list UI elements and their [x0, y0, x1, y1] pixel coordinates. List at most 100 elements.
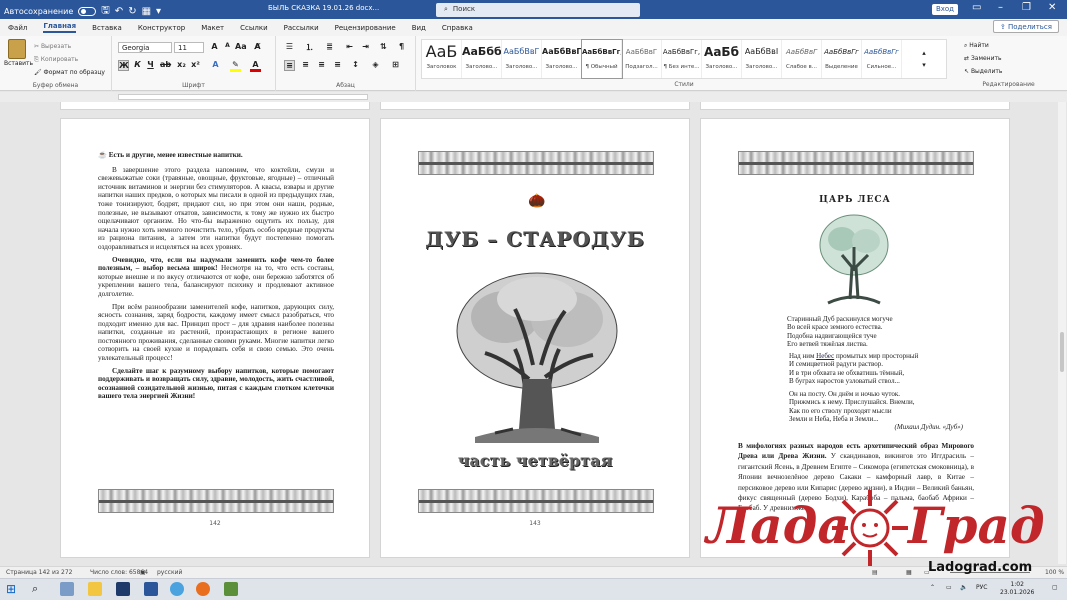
- style-item[interactable]: АаБбб Заголово...: [462, 40, 502, 78]
- italic-button[interactable]: К: [132, 60, 143, 69]
- minimize-icon[interactable]: –: [998, 2, 1003, 13]
- decrease-indent-icon[interactable]: ⇤: [344, 42, 355, 51]
- borders-icon[interactable]: ⊞: [390, 60, 401, 69]
- file-explorer-icon[interactable]: [88, 582, 102, 596]
- subscript-button[interactable]: x₂: [176, 60, 187, 69]
- align-left-icon[interactable]: ≡: [284, 60, 295, 71]
- tab-references[interactable]: Ссылки: [240, 24, 268, 32]
- style-item[interactable]: АаБбВвГг Сильное...: [862, 40, 902, 78]
- numbering-icon[interactable]: ⒈: [304, 42, 315, 53]
- grow-font-icon[interactable]: A: [209, 42, 220, 51]
- scrollbar-thumb[interactable]: [1060, 332, 1064, 372]
- font-family-select[interactable]: Georgia: [118, 42, 172, 53]
- word-icon[interactable]: [144, 582, 158, 596]
- style-item[interactable]: АаБбВвГ Заголово...: [542, 40, 582, 78]
- notifications-icon[interactable]: ▢: [1052, 584, 1058, 591]
- align-center-icon[interactable]: ≡: [300, 60, 311, 69]
- strikethrough-button[interactable]: ab: [160, 60, 171, 69]
- document-title[interactable]: БЫЛЬ СКАЗКА 19.01.26 docx...: [268, 4, 379, 12]
- copy-button[interactable]: ⎘ Копировать: [34, 53, 105, 66]
- maximize-icon[interactable]: ❐: [1022, 2, 1031, 13]
- search-icon[interactable]: ⌕: [32, 582, 46, 596]
- language-status[interactable]: русский: [157, 569, 182, 576]
- align-right-icon[interactable]: ≡: [316, 60, 327, 69]
- style-item[interactable]: АаБб Заголово...: [702, 40, 742, 78]
- justify-icon[interactable]: ≡: [332, 60, 343, 69]
- search-box[interactable]: ⌕ Поиск: [436, 3, 640, 17]
- ribbon-display-icon[interactable]: ▭: [972, 2, 981, 13]
- redo-icon[interactable]: ↻: [128, 6, 136, 17]
- bullets-icon[interactable]: ☰: [284, 42, 295, 51]
- sign-in-button[interactable]: Вход: [932, 4, 958, 15]
- line-spacing-icon[interactable]: ↕: [350, 60, 361, 69]
- chevron-up-icon[interactable]: ▴: [922, 49, 926, 57]
- tab-file[interactable]: Файл: [8, 24, 27, 32]
- app-icon[interactable]: [224, 582, 238, 596]
- paste-button[interactable]: Вставить: [4, 39, 33, 67]
- keyboard-language[interactable]: РУС: [976, 584, 987, 591]
- browser-icon[interactable]: [170, 582, 184, 596]
- font-size-select[interactable]: 11: [174, 42, 204, 53]
- sort-icon[interactable]: ⇅: [378, 42, 389, 51]
- chevron-down-icon[interactable]: ▾: [922, 61, 926, 69]
- superscript-button[interactable]: x²: [190, 60, 201, 69]
- shrink-font-icon[interactable]: A: [222, 42, 233, 49]
- style-item[interactable]: АаБбВвІ Заголово...: [742, 40, 782, 78]
- tab-mailings[interactable]: Рассылки: [284, 24, 319, 32]
- page-144[interactable]: ЦАРЬ ЛЕСА Старинный Дуб раскинулся могуч…: [700, 118, 1010, 558]
- format-painter-button[interactable]: 🖌 Формат по образцу: [34, 66, 105, 79]
- style-item[interactable]: АаБбВвГ Заголово...: [502, 40, 542, 78]
- style-item[interactable]: АаБбВвГ Слабое в...: [782, 40, 822, 78]
- styles-scroll[interactable]: ▴ ▾: [902, 40, 946, 78]
- customize-toolbar-icon[interactable]: ▾: [156, 6, 161, 17]
- page-count[interactable]: Страница 142 из 272: [6, 569, 72, 576]
- tab-insert[interactable]: Вставка: [92, 24, 122, 32]
- print-layout-icon[interactable]: ▦: [906, 569, 912, 576]
- tab-view[interactable]: Вид: [412, 24, 426, 32]
- tab-review[interactable]: Рецензирование: [335, 24, 396, 32]
- pilcrow-icon[interactable]: ¶: [396, 42, 407, 51]
- highlight-icon[interactable]: ✎: [230, 60, 241, 72]
- photoshop-icon[interactable]: [116, 582, 130, 596]
- underline-button[interactable]: Ч: [145, 60, 156, 69]
- ruler-bar[interactable]: [118, 94, 368, 100]
- style-item[interactable]: АаБбВвГг, ¶ Обычный: [581, 39, 623, 79]
- tab-home[interactable]: Главная: [43, 22, 77, 33]
- vertical-scrollbar[interactable]: [1058, 102, 1066, 564]
- text-effects-icon[interactable]: A: [210, 60, 221, 69]
- find-button[interactable]: ⌕ Найти: [964, 39, 1002, 52]
- tab-help[interactable]: Справка: [442, 24, 473, 32]
- network-icon[interactable]: ▭: [946, 584, 952, 591]
- zoom-level[interactable]: 100 %: [1045, 569, 1064, 576]
- increase-indent-icon[interactable]: ⇥: [360, 42, 371, 51]
- font-color-icon[interactable]: A: [250, 60, 261, 72]
- style-item[interactable]: АаБбВвГ Подзагол...: [622, 40, 662, 78]
- undo-icon[interactable]: ↶: [115, 6, 123, 17]
- system-clock[interactable]: 1:02 23.01.2026: [1000, 581, 1034, 597]
- shading-icon[interactable]: ◈: [370, 60, 381, 69]
- select-button[interactable]: ↖ Выделить: [964, 65, 1002, 78]
- style-item[interactable]: АаБбВвГг, ¶ Без инте...: [662, 40, 702, 78]
- change-case-icon[interactable]: Aa: [235, 42, 247, 51]
- multilevel-list-icon[interactable]: ≣: [324, 42, 335, 51]
- tab-layout[interactable]: Макет: [201, 24, 224, 32]
- share-button[interactable]: ⇪ Поделиться: [992, 20, 1059, 33]
- autosave-toggle[interactable]: [78, 7, 97, 16]
- bold-button[interactable]: Ж: [118, 60, 129, 71]
- replace-button[interactable]: ⇄ Заменить: [964, 52, 1002, 65]
- page-142[interactable]: ☕ Есть и другие, менее известные напитки…: [60, 118, 370, 558]
- cut-button[interactable]: ✂ Вырезать: [34, 40, 105, 53]
- proofing-icon[interactable]: ▣: [140, 569, 146, 576]
- focus-mode-icon[interactable]: ▤: [872, 569, 878, 576]
- task-view-icon[interactable]: [60, 582, 74, 596]
- tab-design[interactable]: Конструктор: [138, 24, 185, 32]
- underlined-word[interactable]: Небес: [816, 352, 834, 360]
- table-icon[interactable]: ▦: [142, 6, 151, 17]
- volume-icon[interactable]: 🔈: [960, 584, 967, 591]
- windows-start-icon[interactable]: ⊞: [6, 582, 20, 596]
- style-item[interactable]: АаБ Заголовок: [422, 40, 462, 78]
- firefox-icon[interactable]: [196, 582, 210, 596]
- clear-format-icon[interactable]: A̸: [252, 42, 263, 51]
- tray-chevron-icon[interactable]: ⌃: [930, 584, 935, 591]
- close-icon[interactable]: ✕: [1048, 2, 1056, 13]
